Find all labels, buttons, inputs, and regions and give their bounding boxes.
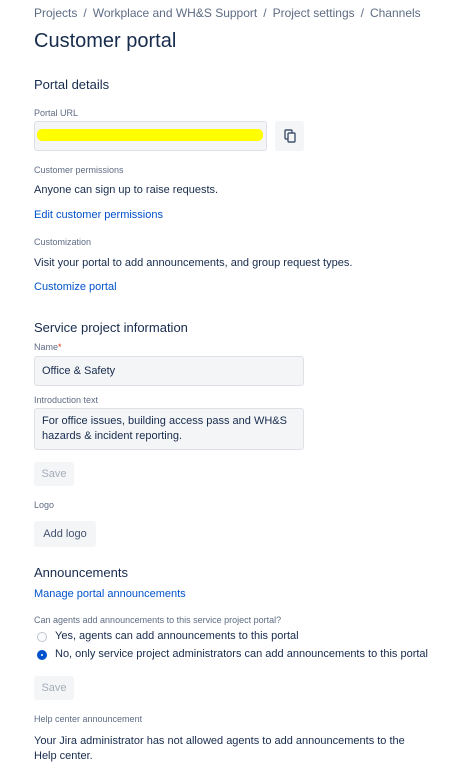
- radio-admins-only-label[interactable]: No, only service project administrators …: [55, 648, 428, 660]
- intro-text-label: Introduction text: [34, 395, 99, 405]
- breadcrumb-project-settings[interactable]: Project settings: [273, 6, 355, 20]
- service-info-heading: Service project information: [34, 320, 188, 335]
- manage-announcements-link[interactable]: Manage portal announcements: [34, 588, 186, 600]
- customer-permissions-label: Customer permissions: [34, 165, 124, 175]
- announcements-question: Can agents add announcements to this ser…: [34, 615, 282, 625]
- copy-icon: [283, 129, 297, 143]
- service-info-save-button[interactable]: Save: [34, 462, 74, 486]
- name-field[interactable]: Office & Safety: [34, 356, 304, 386]
- breadcrumb-channels[interactable]: Channels: [370, 6, 421, 20]
- copy-url-button[interactable]: [275, 121, 304, 151]
- intro-text-value: For office issues, building access pass …: [42, 415, 287, 442]
- customization-label: Customization: [34, 237, 92, 247]
- radio-checked-icon: [37, 650, 47, 660]
- add-logo-button[interactable]: Add logo: [34, 521, 96, 547]
- page-title: Customer portal: [34, 30, 177, 52]
- breadcrumb-separator: /: [360, 6, 364, 20]
- portal-url-field[interactable]: [34, 121, 267, 151]
- name-field-value: Office & Safety: [42, 365, 116, 377]
- radio-admins-only[interactable]: [37, 650, 47, 660]
- breadcrumb-project[interactable]: Workplace and WH&S Support: [93, 6, 258, 20]
- breadcrumb-separator: /: [263, 6, 267, 20]
- name-label: Name*: [34, 342, 62, 352]
- customize-portal-link[interactable]: Customize portal: [34, 281, 117, 293]
- radio-agents-yes-label[interactable]: Yes, agents can add announcements to thi…: [55, 630, 299, 642]
- announcements-heading: Announcements: [34, 565, 128, 580]
- help-center-text: Your Jira administrator has not allowed …: [34, 735, 405, 762]
- help-center-label: Help center announcement: [34, 714, 143, 724]
- logo-label: Logo: [34, 500, 55, 510]
- customization-text: Visit your portal to add announcements, …: [34, 257, 353, 269]
- breadcrumb-projects[interactable]: Projects: [34, 6, 77, 20]
- name-label-text: Name: [34, 342, 59, 352]
- breadcrumb: Projects / Workplace and WH&S Support / Proj…: [34, 6, 421, 20]
- portal-url-label: Portal URL: [34, 108, 79, 118]
- redaction-mark: [37, 129, 263, 141]
- breadcrumb-separator: /: [83, 6, 87, 20]
- radio-unchecked-icon: [37, 632, 47, 642]
- radio-agents-yes[interactable]: [37, 632, 47, 642]
- intro-text-field[interactable]: For office issues, building access pass …: [34, 408, 304, 450]
- required-mark: *: [58, 342, 62, 352]
- portal-details-heading: Portal details: [34, 77, 110, 92]
- edit-customer-permissions-link[interactable]: Edit customer permissions: [34, 209, 163, 221]
- customer-permissions-text: Anyone can sign up to raise requests.: [34, 184, 219, 196]
- announcements-save-button[interactable]: Save: [34, 676, 74, 700]
